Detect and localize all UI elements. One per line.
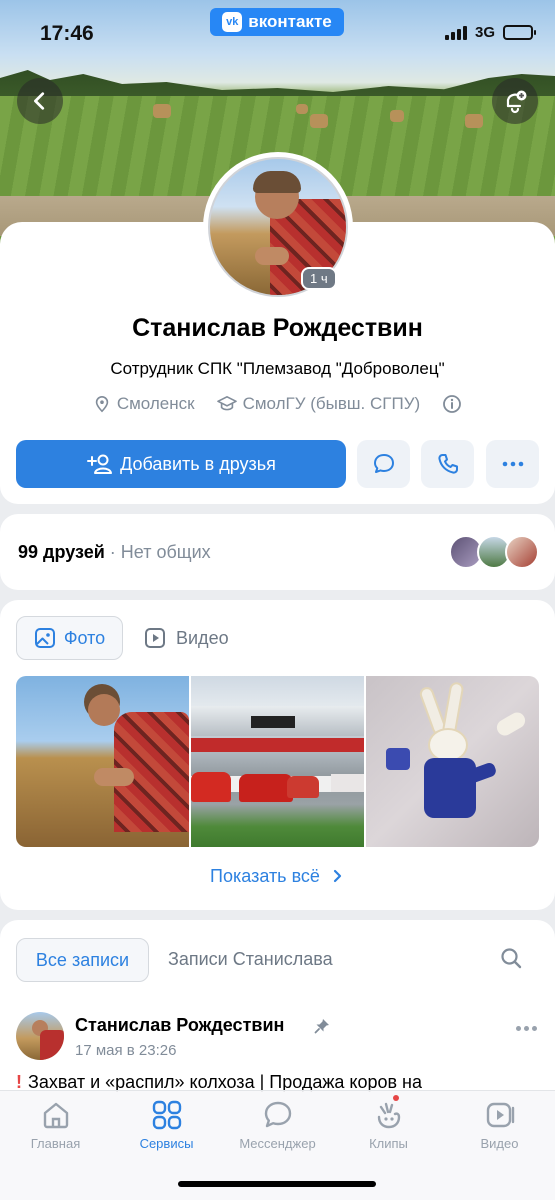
messenger-icon: [264, 1101, 291, 1128]
university-label: СмолГУ (бывш. СГПУ): [242, 394, 421, 413]
search-posts-button[interactable]: [499, 946, 523, 975]
cover-hay-bale: [153, 104, 171, 118]
common-friends: Нет общих: [120, 542, 211, 562]
add-friend-label: Добавить в друзья: [120, 453, 276, 474]
nav-video[interactable]: Видео: [444, 1091, 555, 1161]
call-button[interactable]: [421, 440, 474, 488]
tab-photo-label: Фото: [63, 627, 106, 648]
search-icon: [501, 948, 522, 969]
app-return-badge[interactable]: vk вконтакте: [210, 8, 344, 36]
cover-hay-bale: [296, 104, 308, 114]
more-horizontal-icon: [502, 461, 523, 467]
home-icon: [43, 1102, 68, 1129]
nav-video-label: Видео: [480, 1136, 519, 1151]
photo-thumbnail[interactable]: [16, 676, 189, 847]
tab-video[interactable]: Видео: [144, 616, 229, 660]
tab-all-posts-label: Все записи: [35, 949, 130, 970]
app-return-label: вконтакте: [248, 12, 332, 31]
chevron-right-icon: [333, 869, 342, 883]
pin-icon: [314, 1019, 329, 1034]
video-icon: [486, 1102, 514, 1128]
add-user-icon: [87, 454, 113, 474]
photo-thumbnail[interactable]: [366, 676, 539, 847]
clips-notification-dot: [393, 1095, 399, 1101]
info-icon[interactable]: [442, 394, 462, 414]
home-indicator: [178, 1181, 376, 1187]
profile-meta: Смоленск СмолГУ (бывш. СГПУ): [0, 394, 555, 414]
show-all-label: Показать всё: [210, 866, 320, 886]
post-author-name[interactable]: Станислав Рождествин: [75, 1015, 284, 1036]
nav-home-label: Главная: [30, 1136, 81, 1151]
clips-icon: [377, 1102, 400, 1129]
battery-icon: [503, 25, 536, 40]
graduation-cap-icon: [216, 395, 237, 411]
bell-plus-icon: [506, 90, 527, 114]
city-label: Смоленск: [116, 394, 195, 413]
nav-clips[interactable]: Клипы: [333, 1091, 444, 1161]
chevron-left-icon: [34, 92, 45, 110]
show-all-photos-link[interactable]: Показать всё: [0, 866, 555, 887]
friends-summary[interactable]: 99 друзей · Нет общих: [18, 542, 211, 563]
photo-icon: [34, 628, 55, 648]
message-icon: [373, 454, 394, 473]
friend-avatars[interactable]: [449, 535, 539, 569]
tab-own-posts[interactable]: Записи Станислава: [168, 949, 333, 970]
nav-messenger-label: Мессенджер: [239, 1136, 316, 1151]
nav-services-label: Сервисы: [139, 1136, 194, 1151]
post-date: 17 мая в 23:26: [75, 1042, 177, 1059]
post-more-button[interactable]: [516, 1026, 537, 1031]
post-text-content: Захват и «распил» колхоза | Продажа коро…: [28, 1072, 423, 1092]
exclamation-mark: !: [16, 1072, 22, 1092]
profile-city: Смоленск: [93, 394, 195, 414]
cover-hay-bale: [465, 114, 483, 128]
last-seen-badge: 1 ч: [301, 267, 337, 290]
status-indicators: 3G: [444, 24, 536, 41]
friends-count: 99 друзей: [18, 542, 105, 562]
more-actions-button[interactable]: [486, 440, 539, 488]
friend-avatar: [505, 535, 539, 569]
message-button[interactable]: [357, 440, 410, 488]
phone-icon: [437, 454, 458, 474]
location-pin-icon: [95, 395, 109, 413]
post-author-avatar[interactable]: [16, 1012, 64, 1060]
cover-hay-bale: [310, 114, 328, 128]
profile-job: Сотрудник СПК "Племзавод "Доброволец": [110, 359, 445, 378]
services-icon: [152, 1100, 181, 1130]
signal-icon: [444, 25, 467, 40]
tab-video-label: Видео: [176, 627, 229, 648]
nav-clips-label: Клипы: [369, 1136, 408, 1151]
tab-photo[interactable]: Фото: [16, 616, 123, 660]
tab-all-posts[interactable]: Все записи: [16, 938, 149, 982]
network-type: 3G: [474, 24, 495, 41]
vk-logo-icon: vk: [222, 12, 243, 32]
status-bar: 17:46 vk вконтакте 3G: [0, 0, 555, 66]
nav-home[interactable]: Главная: [0, 1091, 111, 1161]
video-icon: [145, 628, 165, 648]
nav-messenger[interactable]: Мессенджер: [222, 1091, 333, 1161]
friends-separator: ·: [109, 542, 116, 562]
nav-services[interactable]: Сервисы: [111, 1091, 222, 1161]
photo-thumbnail[interactable]: [191, 676, 364, 847]
profile-education: СмолГУ (бывш. СГПУ): [216, 394, 421, 414]
back-button[interactable]: [17, 78, 63, 124]
status-time: 17:46: [40, 22, 94, 45]
profile-name: Станислав Рождествин: [132, 314, 423, 342]
add-friend-button[interactable]: Добавить в друзья: [16, 440, 346, 488]
notifications-subscribe-button[interactable]: [492, 78, 538, 124]
cover-hay-bale: [390, 110, 404, 122]
